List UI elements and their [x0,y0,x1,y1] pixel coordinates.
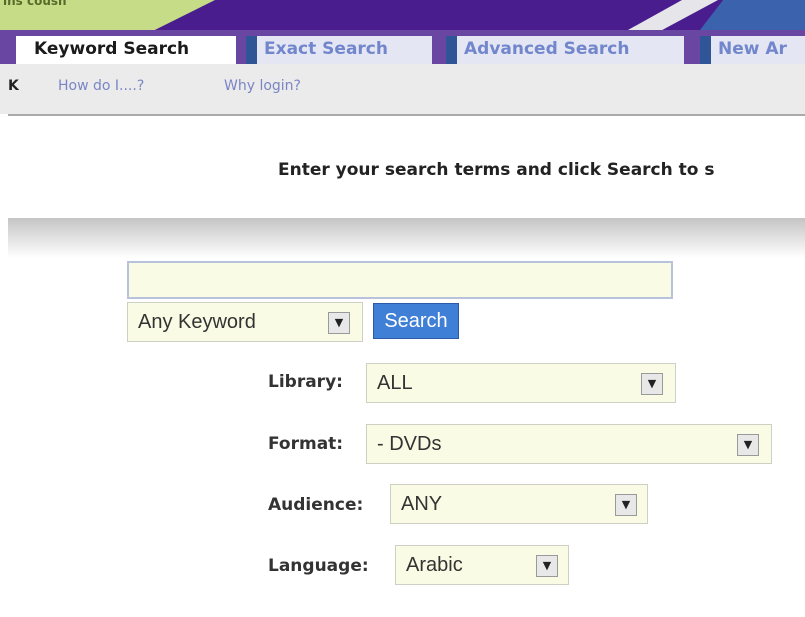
why-login-link[interactable]: Why login? [224,78,301,94]
chevron-down-icon[interactable]: ▼ [641,373,663,395]
language-value: Arabic [406,554,463,576]
library-select[interactable]: ALL ▼ [366,363,676,403]
keyword-type-select[interactable]: Any Keyword ▼ [127,302,363,342]
audience-label: Audience: [268,495,364,515]
library-label: Library: [268,372,343,392]
chevron-down-icon[interactable]: ▼ [615,494,637,516]
search-instructions: Enter your search terms and click Search… [278,160,715,180]
language-label: Language: [268,556,369,576]
tab-exact-search[interactable]: Exact Search [246,36,432,64]
divider [8,114,805,116]
library-value: ALL [377,372,413,394]
chevron-down-icon[interactable]: ▼ [328,312,350,334]
search-button[interactable]: Search [373,303,459,339]
tab-keyword-search[interactable]: Keyword Search [16,36,236,64]
format-value: - DVDs [377,433,442,455]
keyword-type-value: Any Keyword [138,311,256,333]
tab-new-arrivals[interactable]: New Ar [700,36,805,64]
subnav-partial-letter: K [8,78,19,94]
search-input[interactable] [127,261,673,299]
tab-advanced-search[interactable]: Advanced Search [446,36,684,64]
format-select[interactable]: - DVDs ▼ [366,424,772,464]
banner-blue-shape [700,0,805,30]
format-label: Format: [268,434,344,454]
header-banner: ins cousn [0,0,805,30]
audience-value: ANY [401,493,443,515]
gradient-band [8,218,805,258]
audience-select[interactable]: ANY ▼ [390,484,648,524]
chevron-down-icon[interactable]: ▼ [737,434,759,456]
language-select[interactable]: Arabic ▼ [395,545,569,585]
sub-navigation: K How do I....? Why login? [0,64,805,114]
banner-partial-text: ins cousn [3,0,67,8]
how-do-i-link[interactable]: How do I....? [58,78,144,94]
chevron-down-icon[interactable]: ▼ [536,555,558,577]
